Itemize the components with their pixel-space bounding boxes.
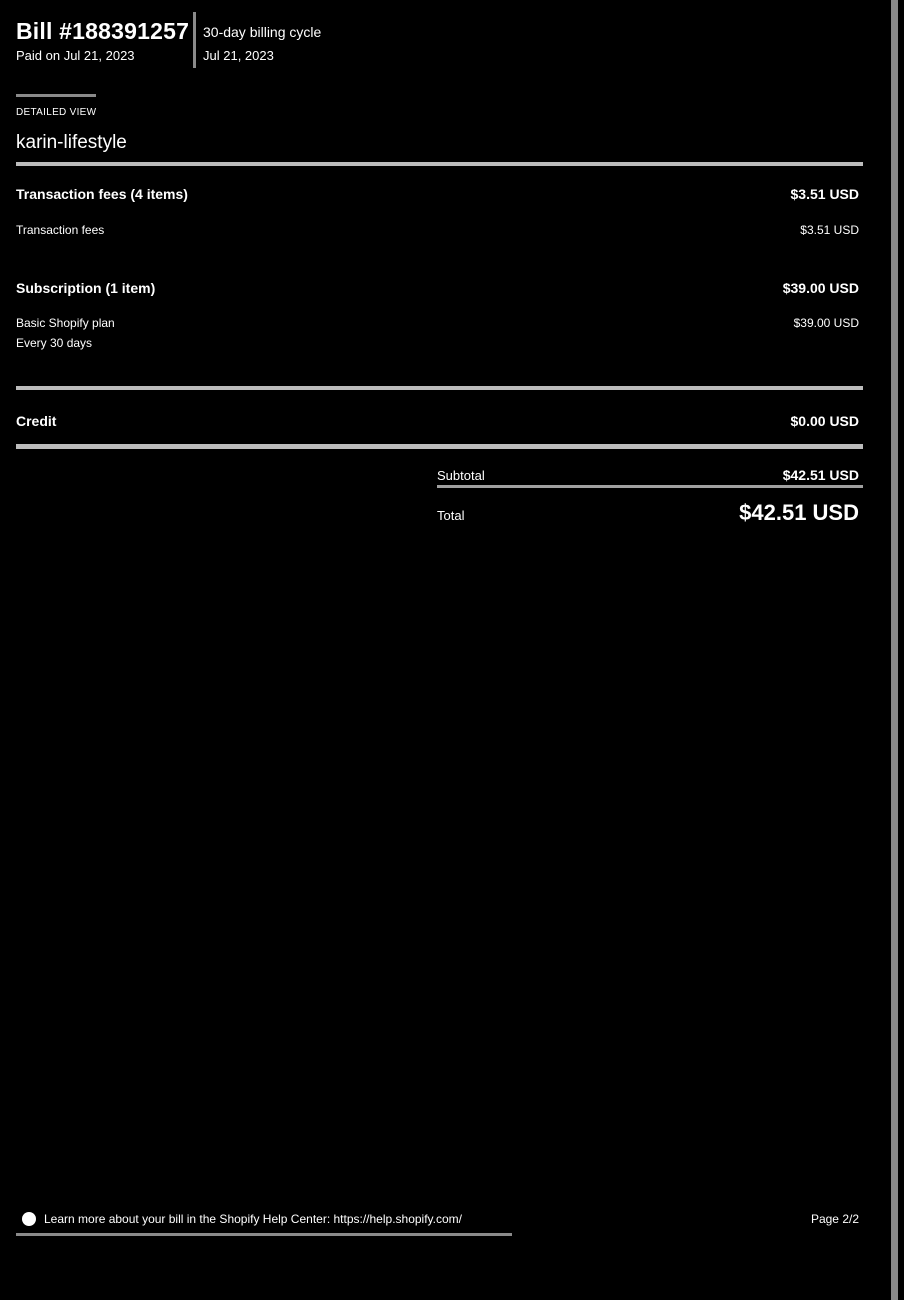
subscription-item-row: Basic Shopify plan $39.00 USD (16, 316, 859, 330)
view-label: DETAILED VIEW (16, 107, 97, 118)
page-edge-rule (891, 0, 898, 1300)
subscription-heading: Subscription (1 item) (16, 280, 156, 296)
info-icon (22, 1212, 36, 1226)
footer-underline (16, 1233, 512, 1236)
footer: Learn more about your bill in the Shopif… (22, 1212, 859, 1226)
subtotal-amount: $42.51 USD (782, 467, 859, 483)
total-label: Total (437, 508, 465, 523)
subscription-item-amount: $39.00 USD (793, 316, 859, 330)
transaction-fees-total: $3.51 USD (790, 186, 859, 202)
store-divider (16, 162, 863, 166)
subscription-item-note: Every 30 days (16, 336, 93, 350)
credit-row: Credit $0.00 USD (16, 413, 859, 429)
bill-page: Bill #188391257 Paid on Jul 21, 2023 30-… (16, 0, 863, 1300)
billing-cycle: 30-day billing cycle (203, 24, 322, 40)
total-row: Total $42.51 USD (437, 500, 859, 526)
store-name: karin-lifestyle (16, 132, 127, 153)
page-indicator: Page 2/2 (810, 1212, 859, 1226)
credit-amount: $0.00 USD (790, 413, 859, 429)
transaction-fees-heading: Transaction fees (4 items) (16, 186, 188, 202)
subtotal-divider (437, 485, 863, 488)
total-amount: $42.51 USD (739, 500, 859, 525)
subscription-total: $39.00 USD (782, 280, 859, 296)
section-marker (16, 94, 96, 97)
paid-on-date: Paid on Jul 21, 2023 (16, 48, 135, 63)
transaction-fees-heading-row: Transaction fees (4 items) $3.51 USD (16, 186, 859, 202)
items-divider (16, 386, 863, 390)
bill-title: Bill #188391257 (16, 18, 190, 44)
transaction-fees-item-label: Transaction fees (16, 223, 105, 237)
subtotal-row: Subtotal $42.51 USD (437, 467, 859, 483)
footer-help: Learn more about your bill in the Shopif… (22, 1212, 462, 1226)
subscription-heading-row: Subscription (1 item) $39.00 USD (16, 280, 859, 296)
help-center-link[interactable]: Learn more about your bill in the Shopif… (44, 1212, 462, 1226)
subtotal-label: Subtotal (437, 468, 485, 483)
billing-cycle-date: Jul 21, 2023 (203, 48, 274, 63)
transaction-fees-item-row: Transaction fees $3.51 USD (16, 223, 859, 237)
credit-divider (16, 444, 863, 449)
subscription-item-label: Basic Shopify plan (16, 316, 115, 330)
credit-label: Credit (16, 413, 57, 429)
transaction-fees-item-amount: $3.51 USD (800, 223, 859, 237)
header-divider (193, 12, 196, 68)
